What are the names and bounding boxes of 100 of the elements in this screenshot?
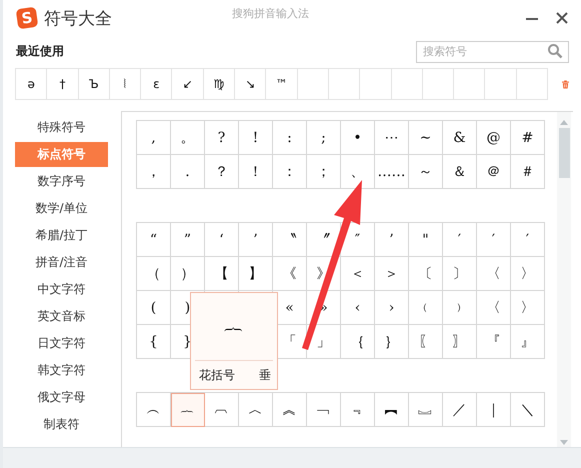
category-tab[interactable]: 俄文字母 bbox=[15, 385, 108, 410]
category-tab[interactable]: 韩文字符 bbox=[15, 358, 108, 383]
symbol-cell[interactable]: ︻ bbox=[375, 393, 409, 427]
symbol-cell[interactable]: （ bbox=[137, 257, 171, 291]
symbol-cell[interactable]: ！ bbox=[239, 155, 273, 189]
symbol-cell[interactable]: 〈 bbox=[477, 257, 511, 291]
symbol-cell[interactable]: 。 bbox=[171, 121, 205, 155]
symbol-cell[interactable]: ’ bbox=[375, 223, 409, 257]
symbol-cell[interactable]: 〖 bbox=[409, 325, 443, 359]
symbol-cell[interactable]: ＞ bbox=[375, 257, 409, 291]
category-tab[interactable]: 希腊/拉丁 bbox=[15, 223, 108, 248]
symbol-cell[interactable]: ’ bbox=[239, 223, 273, 257]
symbol-cell[interactable]: ; bbox=[307, 121, 341, 155]
symbol-cell[interactable]: ， bbox=[137, 155, 171, 189]
symbol-cell[interactable]: Ъ bbox=[78, 69, 110, 100]
symbol-cell[interactable]: { bbox=[137, 325, 171, 359]
symbol-cell[interactable]: “ bbox=[137, 223, 171, 257]
symbol-cell[interactable]: ？ bbox=[205, 155, 239, 189]
symbol-cell[interactable]: † bbox=[47, 69, 79, 100]
empty-slot[interactable] bbox=[485, 69, 517, 100]
symbol-cell[interactable]: ! bbox=[239, 121, 273, 155]
symbol-cell[interactable]: ⋯ bbox=[375, 121, 409, 155]
symbol-cell[interactable]: ♍ bbox=[204, 69, 236, 100]
symbol-cell[interactable]: ＆ bbox=[443, 155, 477, 189]
symbol-cell[interactable]: 《 bbox=[273, 257, 307, 291]
symbol-cell[interactable]: ＼ bbox=[511, 393, 545, 427]
symbol-cell[interactable]: 〕 bbox=[443, 257, 477, 291]
symbol-cell[interactable]: ɛ bbox=[141, 69, 172, 100]
category-tab[interactable]: 日文字符 bbox=[15, 331, 108, 356]
category-tab[interactable]: 中文字符 bbox=[15, 277, 108, 302]
empty-slot[interactable] bbox=[516, 69, 548, 100]
symbol-cell[interactable]: 〔 bbox=[409, 257, 443, 291]
symbol-cell[interactable]: 】 bbox=[239, 257, 273, 291]
empty-slot[interactable] bbox=[422, 69, 454, 100]
symbol-cell[interactable]: ′ bbox=[511, 223, 545, 257]
category-tab[interactable]: 拼音/注音 bbox=[15, 250, 108, 275]
symbol-cell[interactable]: ↘ bbox=[235, 69, 266, 100]
search-icon[interactable] bbox=[547, 43, 563, 59]
symbol-cell[interactable]: ⦚ bbox=[110, 69, 142, 100]
symbol-cell[interactable]: ＜ bbox=[341, 257, 375, 291]
symbol-cell[interactable]: ： bbox=[273, 155, 307, 189]
scrollbar[interactable] bbox=[557, 112, 571, 447]
close-icon[interactable] bbox=[555, 11, 569, 25]
symbol-cell[interactable]: ； bbox=[307, 155, 341, 189]
category-tab[interactable]: 数学/单位 bbox=[15, 196, 108, 221]
symbol-cell[interactable]: ? bbox=[205, 121, 239, 155]
symbol-cell[interactable]: ＃ bbox=[511, 155, 545, 189]
symbol-cell[interactable]: # bbox=[511, 121, 545, 155]
symbol-cell[interactable]: ︗ bbox=[409, 393, 443, 427]
symbol-cell[interactable]: ( bbox=[137, 291, 171, 325]
empty-slot[interactable] bbox=[328, 69, 360, 100]
symbol-cell[interactable]: & bbox=[443, 121, 477, 155]
symbol-cell[interactable]: ~ bbox=[409, 121, 443, 155]
symbol-cell[interactable]: ′ bbox=[477, 223, 511, 257]
symbol-cell[interactable]: 〗 bbox=[443, 325, 477, 359]
symbol-cell[interactable]: ｜ bbox=[477, 393, 511, 427]
symbol-cell[interactable]: › bbox=[375, 291, 409, 325]
symbol-cell[interactable]: 【 bbox=[205, 257, 239, 291]
symbol-cell[interactable]: ｝ bbox=[375, 325, 409, 359]
symbol-cell[interactable]: ︿ bbox=[239, 393, 273, 427]
symbol-cell[interactable]: @ bbox=[477, 121, 511, 155]
symbol-cell[interactable]: …… bbox=[375, 155, 409, 189]
category-tab[interactable]: 制表符 bbox=[15, 412, 108, 437]
symbol-cell[interactable]: • bbox=[341, 121, 375, 155]
symbol-cell[interactable]: ︽ bbox=[273, 393, 307, 427]
symbol-cell[interactable]: ™ bbox=[266, 69, 298, 100]
symbol-cell[interactable]: ‘ bbox=[205, 223, 239, 257]
symbol-cell[interactable]: : bbox=[273, 121, 307, 155]
symbol-cell[interactable]: ︷ bbox=[171, 393, 205, 427]
symbol-cell[interactable]: . bbox=[171, 155, 205, 189]
symbol-cell[interactable]: ／ bbox=[443, 393, 477, 427]
search-field[interactable]: 搜索符号 bbox=[416, 40, 569, 62]
symbol-cell[interactable]: ﹚ bbox=[443, 291, 477, 325]
empty-slot[interactable] bbox=[298, 69, 329, 100]
category-tab[interactable]: 数字序号 bbox=[15, 169, 108, 194]
symbol-cell[interactable]: " bbox=[409, 223, 443, 257]
symbol-cell[interactable]: ﹙ bbox=[409, 291, 443, 325]
symbol-cell[interactable]: , bbox=[137, 121, 171, 155]
symbol-cell[interactable]: ～ bbox=[409, 155, 443, 189]
symbol-cell[interactable]: ‹ bbox=[341, 291, 375, 325]
category-tab[interactable]: 特殊符号 bbox=[15, 115, 108, 140]
symbol-cell[interactable]: ＠ bbox=[477, 155, 511, 189]
symbol-cell[interactable]: 〝 bbox=[273, 223, 307, 257]
symbol-cell[interactable]: ′ bbox=[443, 223, 477, 257]
symbol-cell[interactable]: ” bbox=[171, 223, 205, 257]
symbol-cell[interactable]: 〉 bbox=[511, 257, 545, 291]
symbol-cell[interactable]: ） bbox=[171, 257, 205, 291]
symbol-cell[interactable]: ﹃ bbox=[341, 393, 375, 427]
category-tab[interactable]: 英文音标 bbox=[15, 304, 108, 329]
symbol-cell[interactable]: ﹁ bbox=[307, 393, 341, 427]
symbol-cell[interactable]: 〉 bbox=[511, 291, 545, 325]
empty-slot[interactable] bbox=[360, 69, 392, 100]
symbol-cell[interactable]: ︹ bbox=[205, 393, 239, 427]
symbol-cell[interactable]: 〈 bbox=[477, 291, 511, 325]
symbol-cell[interactable]: 』 bbox=[511, 325, 545, 359]
empty-slot[interactable] bbox=[454, 69, 486, 100]
empty-slot[interactable] bbox=[392, 69, 423, 100]
symbol-cell[interactable]: ə bbox=[16, 69, 48, 100]
scrollbar-thumb[interactable] bbox=[558, 128, 570, 178]
symbol-cell[interactable]: ↙ bbox=[172, 69, 204, 100]
